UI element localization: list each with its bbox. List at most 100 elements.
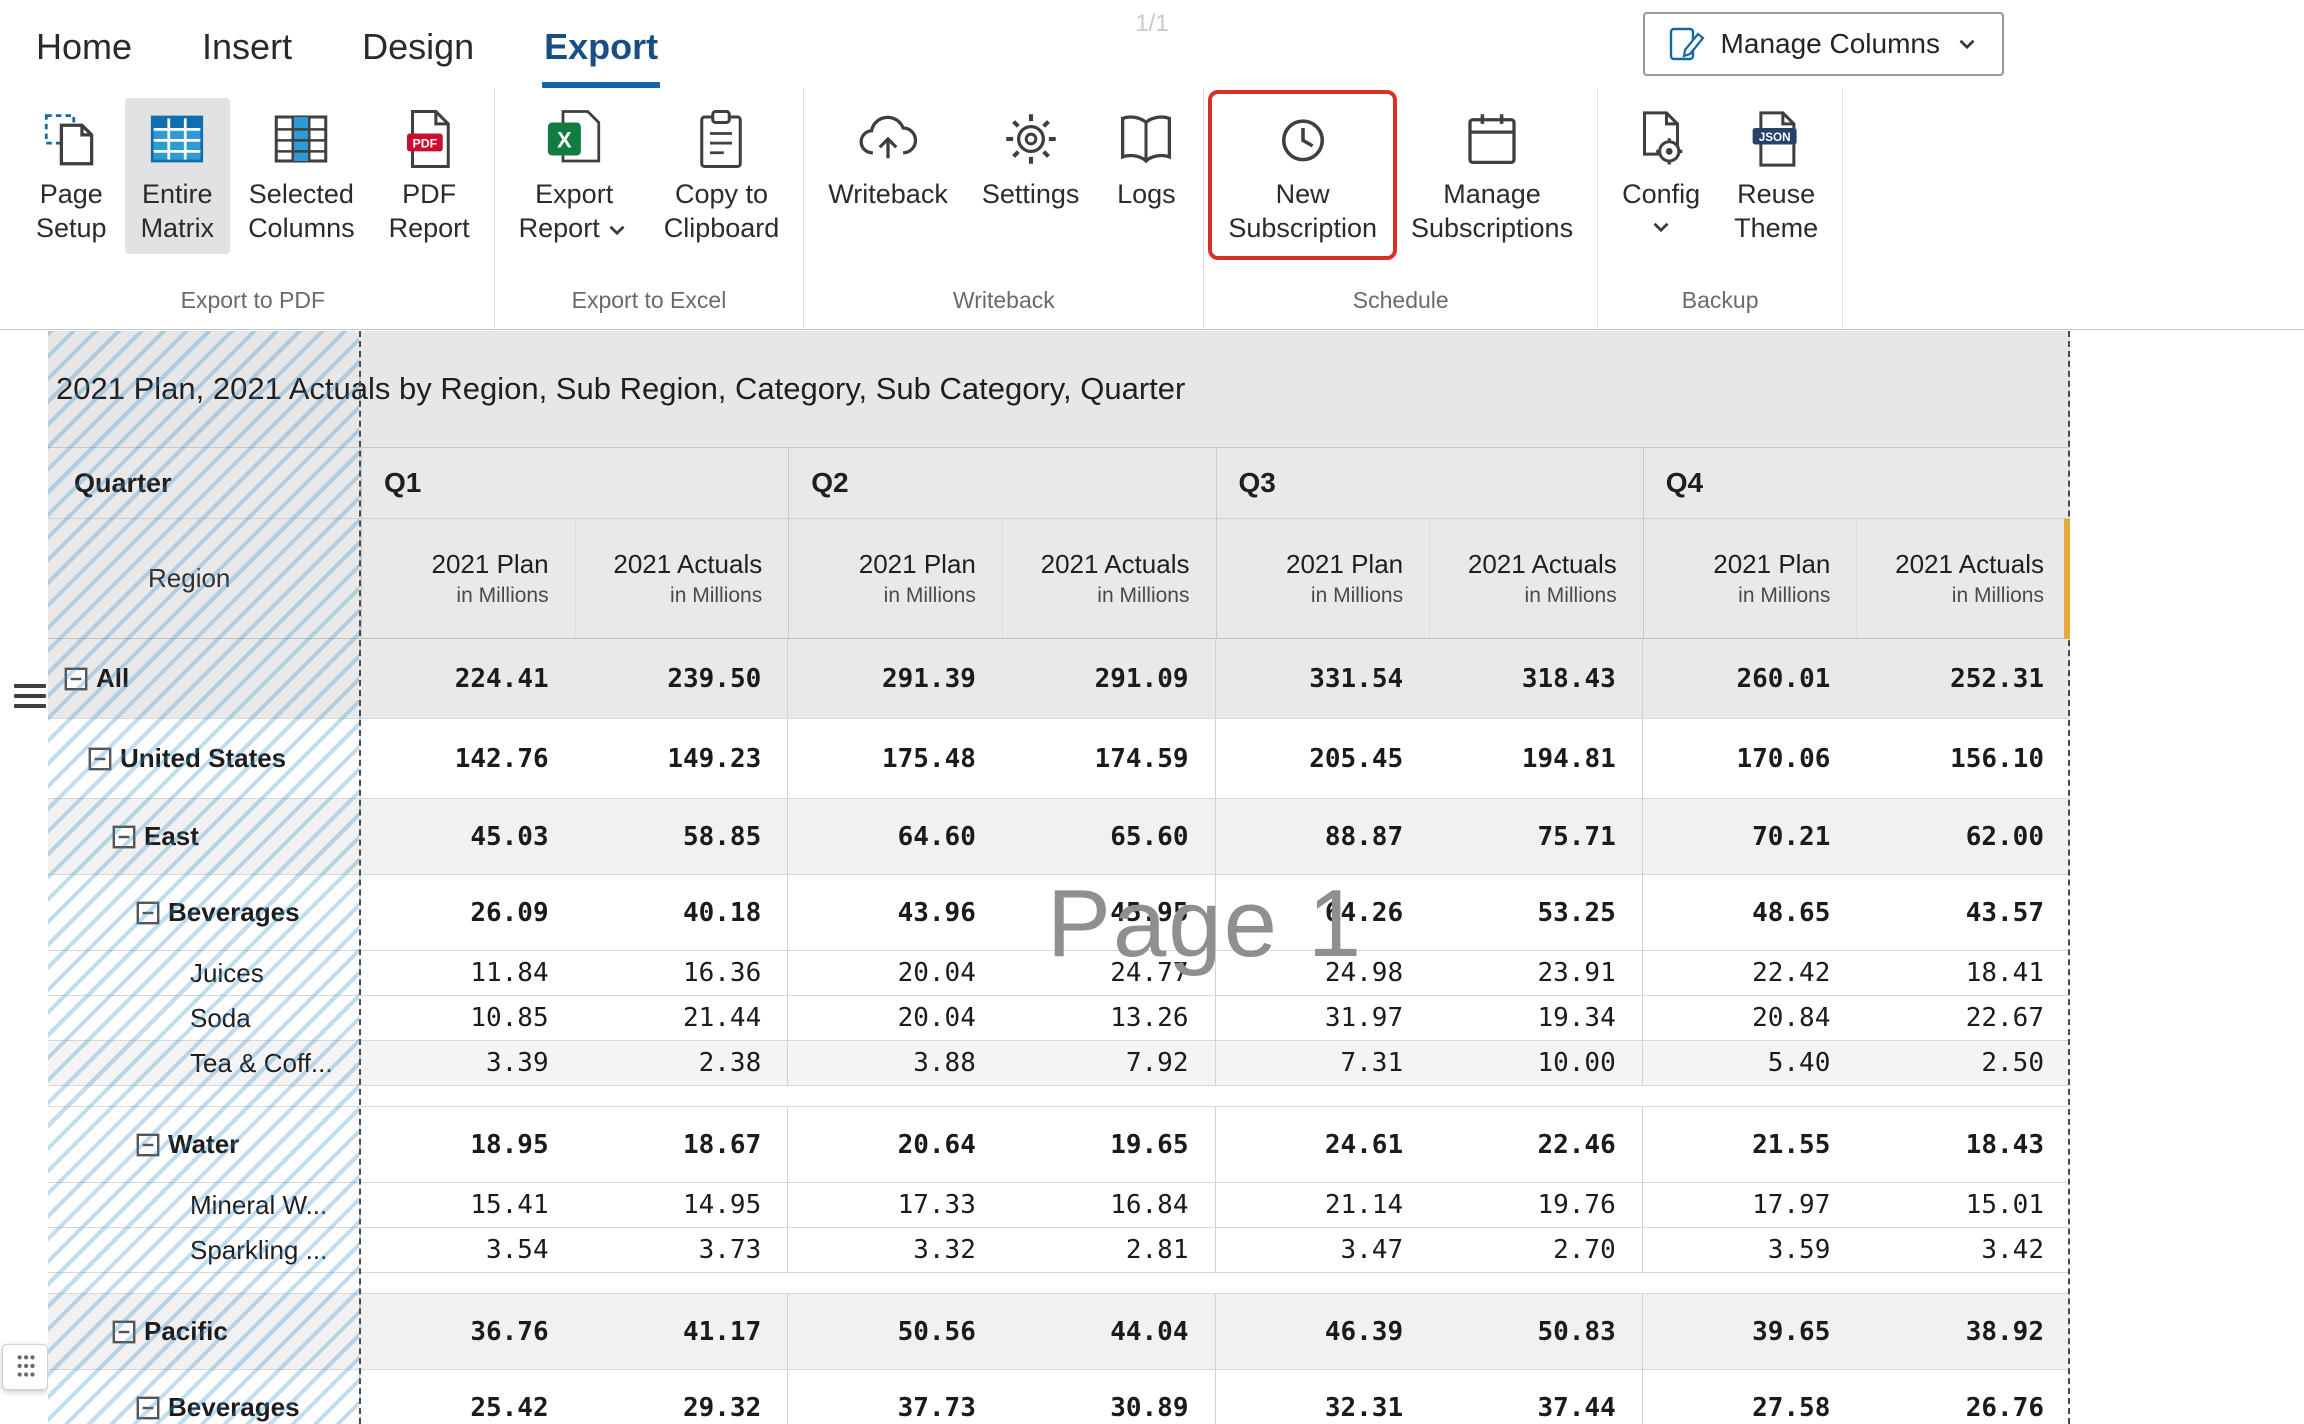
- measure-unit: in Millions: [1738, 584, 1830, 608]
- ribbon-button-label-line: Subscription: [1228, 212, 1377, 246]
- table-row: All224.41239.50291.39291.09331.54318.432…: [48, 639, 2070, 719]
- table-right-boundary: [2068, 331, 2070, 1424]
- ribbon-button-new-subscription[interactable]: NewSubscription: [1212, 98, 1393, 254]
- manage-columns-button[interactable]: Manage Columns: [1643, 12, 2004, 76]
- row-label: All: [96, 663, 129, 694]
- row-dimension-header: Region: [48, 519, 361, 638]
- collapse-icon[interactable]: [136, 901, 160, 925]
- value-cell: 3.42: [1856, 1228, 2070, 1272]
- value-cell: 10.85: [361, 996, 575, 1040]
- value-cell: 7.92: [1002, 1041, 1216, 1085]
- collapse-icon[interactable]: [136, 1133, 160, 1157]
- value-cell: 10.00: [1429, 1041, 1643, 1085]
- value-cell: 26.76: [1856, 1370, 2070, 1424]
- ribbon-group-label: Backup: [1606, 287, 1834, 329]
- chevron-down-icon: [604, 217, 630, 243]
- tab-export[interactable]: Export: [542, 12, 660, 88]
- ribbon-button-label-line: Writeback: [828, 178, 948, 212]
- ribbon-button-label: SelectedColumns: [248, 178, 355, 246]
- ribbon-button-logs[interactable]: Logs: [1097, 98, 1195, 220]
- value-cell: 260.01: [1643, 639, 1857, 718]
- ribbon-button-label-line: New: [1276, 178, 1330, 212]
- value-cell: 318.43: [1429, 639, 1643, 718]
- tab-insert[interactable]: Insert: [200, 12, 294, 88]
- ribbon-button-copy-to-clipboard[interactable]: Copy toClipboard: [648, 98, 796, 254]
- ribbon-button-config[interactable]: Config: [1606, 98, 1716, 248]
- ribbon-button-entire-matrix[interactable]: EntireMatrix: [125, 98, 231, 254]
- cloud-upload-icon: [855, 106, 921, 172]
- ribbon-button-label-line: Entire: [142, 178, 213, 212]
- row-label: Pacific: [144, 1316, 228, 1347]
- value-cell: 88.87: [1216, 799, 1430, 874]
- row-label: East: [144, 821, 199, 852]
- ribbon-button-writeback[interactable]: Writeback: [812, 98, 964, 220]
- ribbon-button-reuse-theme[interactable]: JSONReuseTheme: [1718, 98, 1834, 254]
- table-row: East45.0358.8564.6065.6088.8775.7170.216…: [48, 799, 2070, 875]
- collapse-icon[interactable]: [88, 747, 112, 771]
- value-cell: 46.39: [1216, 1294, 1430, 1369]
- value-cell: 38.92: [1856, 1294, 2070, 1369]
- ribbon-button-manage-subscriptions[interactable]: ManageSubscriptions: [1395, 98, 1589, 254]
- value-cell: 48.65: [1643, 875, 1857, 950]
- excel-icon: X: [541, 106, 607, 172]
- value-cell: 2.50: [1856, 1041, 2070, 1085]
- chevron-down-icon: [1648, 214, 1674, 240]
- value-cell: 15.01: [1856, 1183, 2070, 1227]
- tab-design[interactable]: Design: [360, 12, 476, 88]
- tab-home[interactable]: Home: [34, 12, 134, 88]
- measure-header: 2021 Planin Millions: [788, 519, 1002, 638]
- value-cell: 3.39: [361, 1041, 575, 1085]
- value-cell: 18.95: [361, 1107, 575, 1182]
- ribbon-button-export-report[interactable]: XExportReport: [503, 98, 646, 254]
- row-header: Water: [48, 1107, 361, 1182]
- ribbon-tabs: Home Insert Design Export: [34, 12, 660, 88]
- table-row: Soda10.8521.4420.0413.2631.9719.3420.842…: [48, 996, 2070, 1041]
- value-cell: 22.67: [1856, 996, 2070, 1040]
- value-cell: 3.59: [1643, 1228, 1857, 1272]
- row-header: Soda: [48, 996, 361, 1040]
- ribbon-button-page-setup[interactable]: PageSetup: [20, 98, 123, 254]
- ribbon-button-label-line: Matrix: [141, 212, 215, 246]
- ribbon-group: NewSubscriptionManageSubscriptionsSchedu…: [1204, 88, 1598, 329]
- value-cell: 331.54: [1216, 639, 1430, 718]
- chevron-down-icon: [1954, 31, 1980, 57]
- row-header: East: [48, 799, 361, 874]
- value-cell: 3.54: [361, 1228, 575, 1272]
- value-cell: 3.47: [1216, 1228, 1430, 1272]
- hamburger-menu-icon[interactable]: [14, 678, 46, 714]
- matrix-icon: [144, 106, 210, 172]
- collapse-icon[interactable]: [112, 1320, 136, 1344]
- ribbon-group-buttons: PageSetupEntireMatrixSelectedColumnsPDFP…: [20, 88, 486, 287]
- calendar-icon: [1459, 106, 1525, 172]
- row-label: Beverages: [168, 897, 300, 928]
- value-cell: 224.41: [361, 639, 575, 718]
- value-cell: 32.31: [1216, 1370, 1430, 1424]
- measure-name: 2021 Plan: [859, 549, 976, 580]
- ribbon-button-pdf-report[interactable]: PDFPDFReport: [373, 98, 486, 254]
- drag-handle[interactable]: [2, 1344, 48, 1390]
- value-cell: 19.34: [1429, 996, 1643, 1040]
- value-cell: 149.23: [575, 719, 789, 798]
- collapse-icon[interactable]: [136, 1396, 160, 1420]
- manage-columns-label: Manage Columns: [1721, 28, 1940, 60]
- measure-name: 2021 Plan: [1713, 549, 1830, 580]
- value-cell: 3.73: [575, 1228, 789, 1272]
- ribbon-button-settings[interactable]: Settings: [966, 98, 1096, 220]
- collapse-icon[interactable]: [112, 825, 136, 849]
- measure-name: 2021 Actuals: [613, 549, 762, 580]
- ribbon-button-label-line: Selected: [249, 178, 354, 212]
- value-cell: 19.76: [1429, 1183, 1643, 1227]
- value-cell: 29.32: [575, 1370, 789, 1424]
- value-cell: 45.03: [361, 799, 575, 874]
- value-cell: 19.65: [1002, 1107, 1216, 1182]
- value-cell: 11.84: [361, 951, 575, 995]
- measure-unit: in Millions: [456, 584, 548, 608]
- ribbon-button-selected-columns[interactable]: SelectedColumns: [232, 98, 371, 254]
- value-cell: 31.97: [1216, 996, 1430, 1040]
- collapse-icon[interactable]: [64, 667, 88, 691]
- row-header: Beverages: [48, 1370, 361, 1424]
- value-cell: 3.32: [788, 1228, 1002, 1272]
- ribbon-button-label: PageSetup: [36, 178, 107, 246]
- value-cell: 22.46: [1429, 1107, 1643, 1182]
- row-label: Tea & Coff...: [190, 1048, 333, 1079]
